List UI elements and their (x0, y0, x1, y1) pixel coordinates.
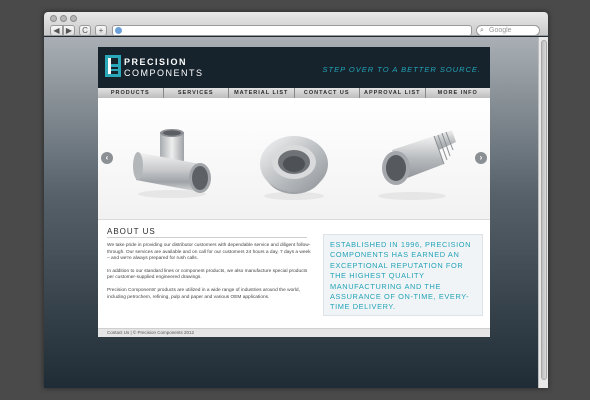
slider-next-button[interactable]: › (475, 152, 487, 164)
forward-button[interactable]: ▶ (63, 25, 75, 36)
browser-titlebar: ◀ ▶ C + ⌕ Google (44, 12, 548, 36)
slider-prev-button[interactable]: ‹ (101, 152, 113, 164)
vertical-scrollbar[interactable] (538, 37, 548, 388)
threaded-nipple-image[interactable] (372, 126, 458, 202)
scrollbar-thumb[interactable] (541, 40, 547, 380)
reload-button[interactable]: C (79, 25, 91, 36)
flanged-ring-image[interactable] (254, 126, 334, 202)
search-field[interactable]: ⌕ Google (476, 25, 540, 36)
website-page: PRECISION COMPONENTS STEP OVER TO A BETT… (98, 47, 490, 337)
logo-text-bottom[interactable]: COMPONENTS (124, 68, 204, 78)
site-tagline: STEP OVER TO A BETTER SOURCE. (322, 65, 481, 74)
close-window-button[interactable] (50, 15, 57, 22)
search-icon: ⌕ (480, 27, 484, 34)
site-header: PRECISION COMPONENTS STEP OVER TO A BETT… (98, 47, 490, 88)
nav-item-more-info[interactable]: MORE INFO (426, 88, 491, 98)
main-nav: PRODUCTS SERVICES MATERIAL LIST CONTACT … (98, 88, 490, 98)
nav-item-approval-list[interactable]: APPROVAL LIST (360, 88, 426, 98)
about-paragraph: In addition to our standard lines or com… (107, 268, 308, 281)
nav-item-services[interactable]: SERVICES (164, 88, 229, 98)
address-bar[interactable] (112, 25, 472, 36)
zoom-window-button[interactable] (70, 15, 77, 22)
product-slider: ‹ › (98, 98, 490, 220)
nav-item-products[interactable]: PRODUCTS (98, 88, 164, 98)
search-placeholder: Google (489, 27, 512, 34)
nav-item-material-list[interactable]: MATERIAL LIST (229, 88, 295, 98)
about-divider (107, 237, 307, 238)
about-title: ABOUT US (107, 227, 156, 236)
logo-text-top[interactable]: PRECISION (124, 57, 187, 67)
minimize-window-button[interactable] (60, 15, 67, 22)
site-favicon-icon (115, 27, 122, 34)
about-quote-box: ESTABLISHED IN 1996, PRECISION COMPONENT… (323, 234, 483, 316)
logo-mark-icon (105, 55, 121, 77)
about-paragraph: We take pride in providing our distribut… (107, 243, 311, 262)
nav-item-contact-us[interactable]: CONTACT US (295, 88, 360, 98)
site-footer[interactable]: Contact Us | © Precision Components 2012 (98, 328, 490, 337)
pipe-tee-image[interactable] (132, 128, 214, 200)
about-paragraph: Precision Components' products are utili… (107, 287, 300, 300)
browser-window: ◀ ▶ C + ⌕ Google PRECISION COMPONENTS ST… (44, 12, 548, 388)
about-body: We take pride in providing our distribut… (107, 243, 312, 307)
about-section: ABOUT US We take pride in providing our … (98, 220, 490, 328)
browser-viewport: PRECISION COMPONENTS STEP OVER TO A BETT… (44, 37, 538, 388)
back-button[interactable]: ◀ (50, 25, 63, 36)
add-bookmark-button[interactable]: + (95, 25, 107, 36)
